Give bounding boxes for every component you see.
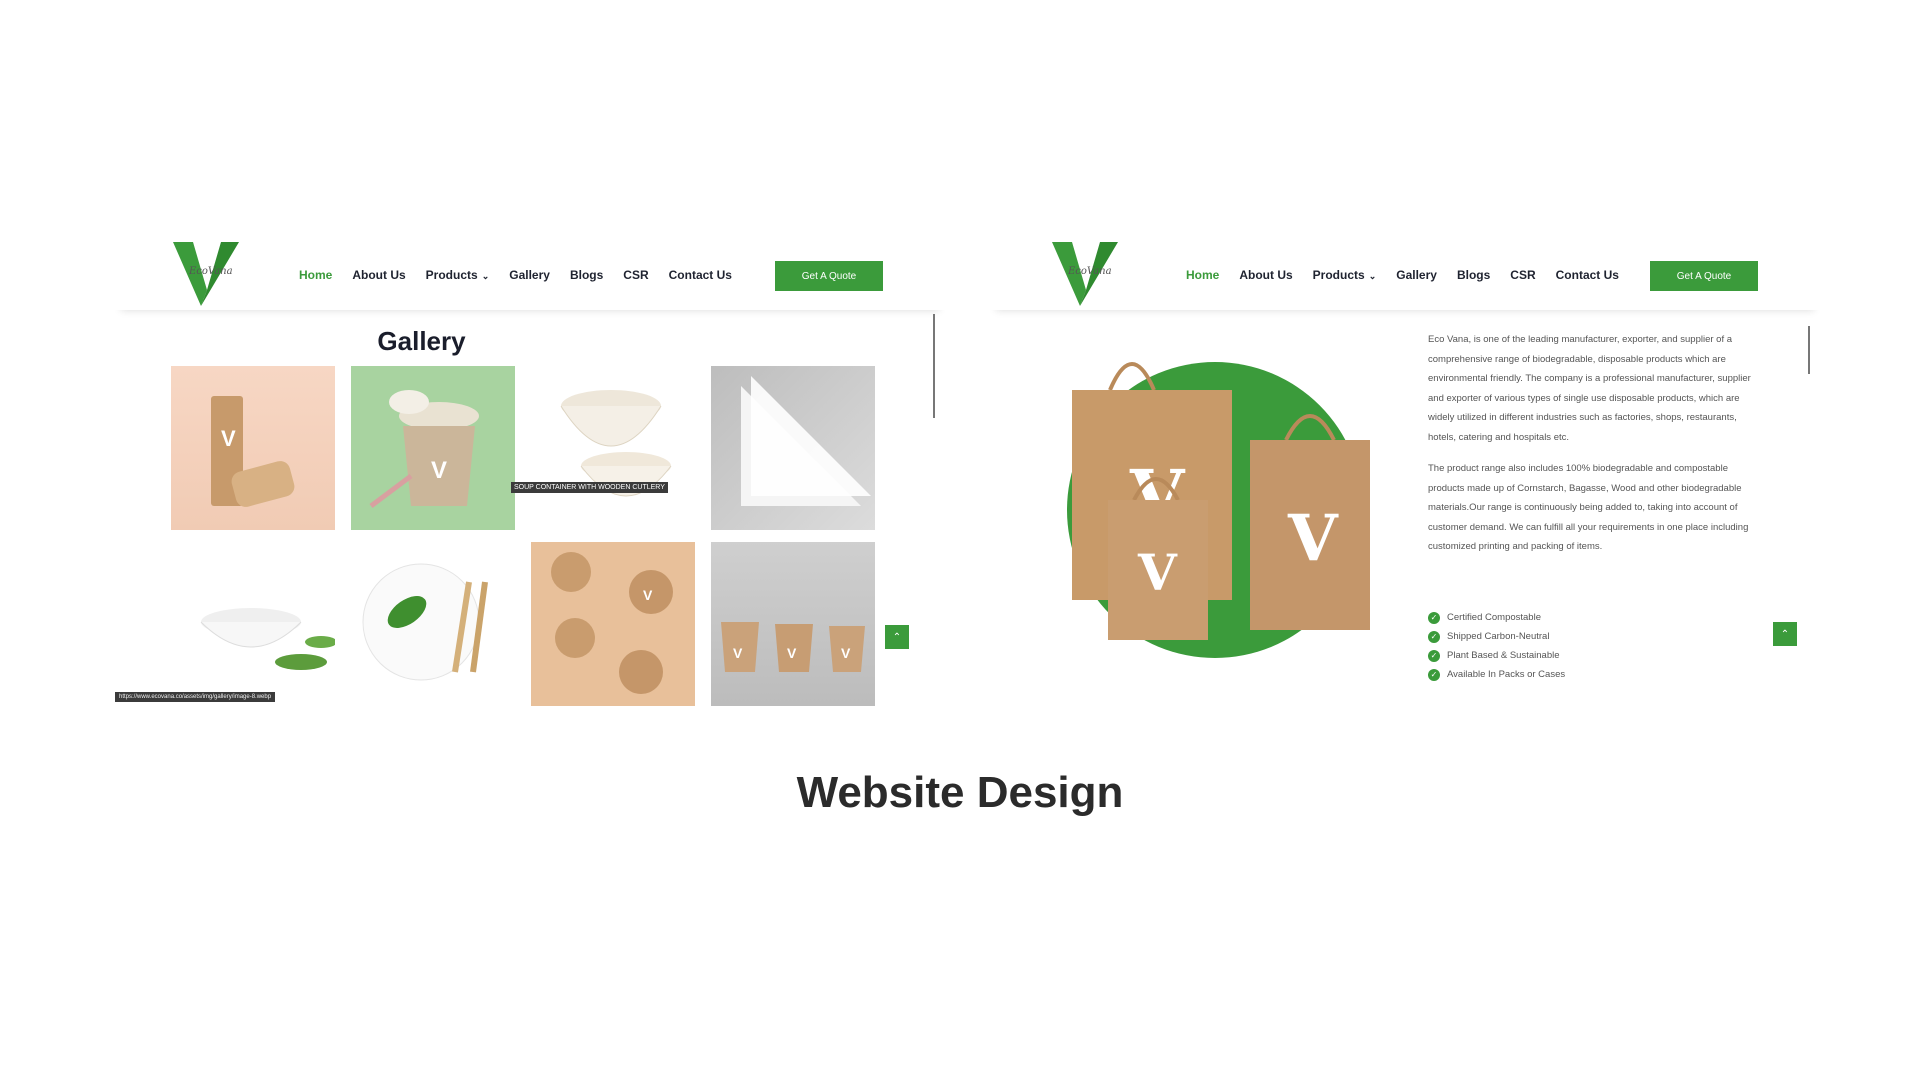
about-paragraph: The product range also includes 100% bio… bbox=[1428, 463, 1749, 552]
gallery-image-bowl-cutlery[interactable] bbox=[171, 542, 335, 706]
list-item: ✓ Available In Packs or Cases bbox=[1428, 665, 1565, 684]
nav-gallery[interactable]: Gallery bbox=[509, 268, 550, 282]
gallery-title: Gallery bbox=[377, 326, 466, 356]
nav-home[interactable]: Home bbox=[1186, 268, 1219, 282]
svg-text:V: V bbox=[733, 645, 743, 661]
nav-products-label: Products bbox=[425, 268, 478, 282]
feature-label: Shipped Carbon-Neutral bbox=[1447, 631, 1550, 642]
svg-text:V: V bbox=[431, 457, 447, 484]
svg-text:V: V bbox=[1137, 543, 1178, 602]
nav-blogs[interactable]: Blogs bbox=[570, 268, 603, 282]
ecovana-logo[interactable]: EcoVana bbox=[171, 240, 241, 308]
image-hover-caption: SOUP CONTAINER WITH WOODEN CUTLERY bbox=[511, 482, 668, 493]
check-circle-icon: ✓ bbox=[1428, 630, 1440, 643]
svg-text:V: V bbox=[841, 645, 851, 661]
nav-contact-us[interactable]: Contact Us bbox=[1556, 268, 1619, 282]
gallery-screenshot: EcoVana Home About Us Products ⌄ Gallery … bbox=[115, 230, 945, 710]
page-scrollbar[interactable] bbox=[933, 314, 935, 418]
nav-home[interactable]: Home bbox=[299, 268, 332, 282]
nav-contact-us[interactable]: Contact Us bbox=[669, 268, 732, 282]
page-title: Website Design bbox=[796, 768, 1124, 817]
feature-list: ✓ Certified Compostable ✓ Shipped Carbon-N… bbox=[1428, 608, 1565, 684]
list-item: ✓ Plant Based & Sustainable bbox=[1428, 646, 1565, 665]
nav-products[interactable]: Products ⌄ bbox=[426, 268, 490, 282]
svg-text:EcoVana: EcoVana bbox=[188, 266, 233, 277]
nav-products[interactable]: Products ⌄ bbox=[1313, 268, 1377, 282]
about-screenshot: EcoVana Home About Us Products ⌄ Gallery … bbox=[990, 230, 1820, 710]
ecovana-logo[interactable]: EcoVana bbox=[1050, 240, 1120, 308]
feature-label: Available In Packs or Cases bbox=[1447, 669, 1566, 680]
check-circle-icon: ✓ bbox=[1428, 649, 1440, 662]
about-paragraph: Eco Vana, is one of the leading manufact… bbox=[1428, 334, 1751, 443]
gallery-image-kraft-containers[interactable]: V bbox=[531, 542, 695, 706]
main-nav: Home About Us Products ⌄ Gallery Blogs CS… bbox=[299, 268, 732, 282]
chevron-down-icon: ⌄ bbox=[1368, 271, 1377, 281]
gallery-image-bagasse-bowls[interactable] bbox=[531, 366, 695, 530]
svg-text:EcoVana: EcoVana bbox=[1067, 266, 1112, 277]
nav-about-us[interactable]: About Us bbox=[1239, 268, 1292, 282]
nav-csr[interactable]: CSR bbox=[623, 268, 648, 282]
nav-about-us[interactable]: About Us bbox=[352, 268, 405, 282]
gallery-image-plate-wooden-cutlery[interactable] bbox=[351, 542, 515, 706]
get-a-quote-button[interactable]: Get A Quote bbox=[1650, 261, 1758, 291]
site-header: EcoVana Home About Us Products ⌄ Gallery … bbox=[115, 230, 945, 310]
nav-products-label: Products bbox=[1312, 268, 1365, 282]
nav-gallery[interactable]: Gallery bbox=[1396, 268, 1437, 282]
gallery-image-napkins[interactable] bbox=[711, 366, 875, 530]
chevron-up-icon: ⌃ bbox=[892, 631, 902, 643]
gallery-image-paper-cups[interactable]: V bbox=[171, 366, 335, 530]
nav-csr[interactable]: CSR bbox=[1510, 268, 1535, 282]
chevron-down-icon: ⌄ bbox=[481, 271, 490, 281]
get-a-quote-button[interactable]: Get A Quote bbox=[775, 261, 883, 291]
kraft-bags-image: V V V bbox=[1050, 330, 1380, 660]
list-item: ✓ Certified Compostable bbox=[1428, 608, 1565, 627]
nav-blogs[interactable]: Blogs bbox=[1457, 268, 1490, 282]
scroll-to-top-button[interactable]: ⌃ bbox=[885, 625, 909, 649]
scroll-to-top-button[interactable]: ⌃ bbox=[1773, 622, 1797, 646]
site-header: EcoVana Home About Us Products ⌄ Gallery … bbox=[990, 230, 1820, 310]
feature-label: Plant Based & Sustainable bbox=[1447, 650, 1560, 661]
chevron-up-icon: ⌃ bbox=[1780, 628, 1790, 640]
list-item: ✓ Shipped Carbon-Neutral bbox=[1428, 627, 1565, 646]
svg-text:V: V bbox=[1287, 501, 1339, 576]
check-circle-icon: ✓ bbox=[1428, 668, 1440, 681]
gallery-image-soup-container[interactable]: V bbox=[351, 366, 515, 530]
check-circle-icon: ✓ bbox=[1428, 611, 1440, 624]
status-url: https://www.ecovana.co/assets/img/galler… bbox=[115, 692, 276, 702]
about-text: Eco Vana, is one of the leading manufact… bbox=[1428, 330, 1758, 569]
main-nav: Home About Us Products ⌄ Gallery Blogs CS… bbox=[1186, 268, 1619, 282]
svg-text:V: V bbox=[221, 426, 236, 451]
feature-label: Certified Compostable bbox=[1447, 612, 1541, 623]
page-scrollbar[interactable] bbox=[1808, 326, 1810, 374]
svg-text:V: V bbox=[787, 645, 797, 661]
gallery-image-soup-cups[interactable]: VVV bbox=[711, 542, 875, 706]
svg-text:V: V bbox=[643, 587, 653, 603]
